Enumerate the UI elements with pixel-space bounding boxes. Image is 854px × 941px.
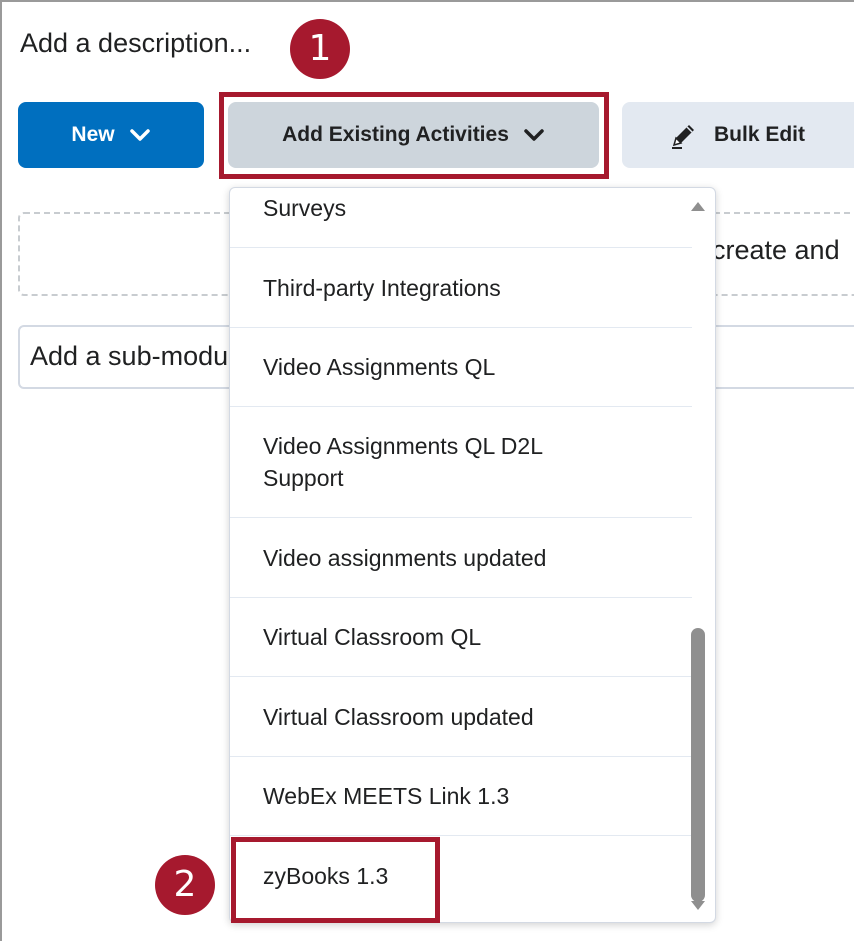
window-left-border <box>0 0 2 941</box>
menu-item-label: Surveys <box>263 195 347 221</box>
menu-item-label: Video assignments updated <box>263 544 547 571</box>
menu-item-label: WebEx MEETS Link 1.3 <box>263 783 510 809</box>
scrollbar-thumb[interactable] <box>691 628 705 902</box>
scroll-up-arrow-icon[interactable] <box>691 202 705 211</box>
description-field[interactable]: Add a description... <box>20 28 251 59</box>
menu-item-label: Third-party Integrations <box>263 274 501 301</box>
scroll-down-arrow-icon[interactable] <box>691 901 705 910</box>
step-callout-1: 1 <box>290 19 350 79</box>
menu-item-virtual-classroom-ql[interactable]: Virtual Classroom QL <box>230 598 692 677</box>
add-existing-activities-label: Add Existing Activities <box>282 123 509 146</box>
menu-item-video-assignments-updated[interactable]: Video assignments updated <box>230 518 692 598</box>
pencil-icon <box>672 125 694 149</box>
menu-item-video-assignments-ql[interactable]: Video Assignments QL <box>230 328 692 407</box>
dropdown-scrollbar[interactable] <box>691 202 705 910</box>
menu-item-label: zyBooks 1.3 <box>263 863 389 889</box>
activities-dropdown-menu[interactable]: Surveys Third-party Integrations Video A… <box>229 187 716 923</box>
chevron-down-icon <box>129 129 150 141</box>
menu-item-video-assignments-ql-d2l-support[interactable]: Video Assignments QL D2L Support <box>230 407 692 518</box>
drop-zone-text: create and <box>712 235 840 265</box>
menu-item-webex-meets-link[interactable]: WebEx MEETS Link 1.3 <box>230 757 692 836</box>
bulk-edit-label: Bulk Edit <box>714 123 806 146</box>
menu-item-label: Virtual Classroom QL <box>263 624 482 650</box>
step-callout-2: 2 <box>155 855 215 915</box>
new-button[interactable]: New <box>18 102 204 168</box>
menu-item-label: Video Assignments QL <box>263 354 496 380</box>
menu-item-zybooks[interactable]: zyBooks 1.3 <box>230 836 692 916</box>
menu-item-label: Video Assignments QL D2L Support <box>263 433 543 491</box>
chevron-down-icon <box>524 129 544 141</box>
menu-item-virtual-classroom-updated[interactable]: Virtual Classroom updated <box>230 677 692 757</box>
add-existing-activities-button[interactable]: Add Existing Activities <box>228 102 599 168</box>
menu-item-surveys[interactable]: Surveys <box>230 188 692 248</box>
new-button-label: New <box>71 123 115 146</box>
bulk-edit-button[interactable]: Bulk Edit <box>622 102 854 168</box>
menu-item-third-party-integrations[interactable]: Third-party Integrations <box>230 248 692 328</box>
window-top-border <box>0 0 854 2</box>
menu-item-label: Virtual Classroom updated <box>263 703 534 730</box>
